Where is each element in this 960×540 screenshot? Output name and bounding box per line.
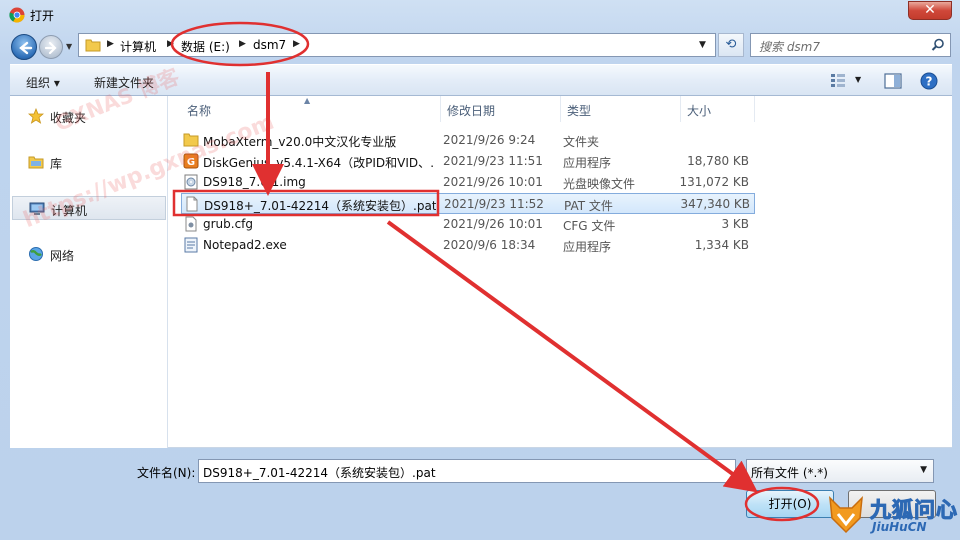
filename-label: 文件名(N): [137,466,196,480]
file-name: Notepad2.exe [203,238,287,252]
file-type: CFG 文件 [563,219,616,233]
file-size: 347,340 KB [680,197,750,211]
star-icon [28,108,44,124]
svg-text:?: ? [926,75,933,89]
toolbar: 组织 ▾ 新建文件夹 ▼ ? [10,64,952,96]
refresh-button[interactable]: ⟲ [718,33,744,57]
file-name: DS918_7.0.1.img [203,175,306,189]
breadcrumb-separator-icon[interactable]: ▶ [107,39,114,49]
file-icon [186,196,198,212]
exe-icon [184,237,198,253]
nav-label: 计算机 [51,204,88,218]
breadcrumb-folder[interactable]: dsm7 [253,38,286,52]
forward-button[interactable] [39,35,63,59]
recent-pages-dropdown-icon[interactable]: ▼ [66,42,72,51]
view-dropdown-icon[interactable]: ▼ [855,75,861,84]
arrow-right-icon [45,41,57,55]
file-type: 光盘映像文件 [563,177,636,191]
search-icon[interactable] [931,38,945,52]
file-list: 名称 ▲ 修改日期 类型 大小 MobaXterm_v20.0中文汉化专业版 2… [169,96,952,448]
preview-pane-icon[interactable] [884,73,902,89]
address-bar[interactable]: ▶ 计算机 ▶ 数据 (E:) ▶ dsm7 ▶ ▼ [78,33,716,57]
file-size: 131,072 KB [679,175,749,189]
view-options-icon[interactable] [830,73,846,87]
back-button[interactable] [11,34,37,60]
navigation-pane: 收藏夹 库 计算机 网络 [10,96,168,448]
file-name: grub.cfg [203,217,254,231]
file-row[interactable]: grub.cfg 2021/9/26 10:01 CFG 文件 3 KB [181,214,755,235]
search-input[interactable]: 搜索 dsm7 [750,33,951,57]
file-size: 1,334 KB [694,238,749,252]
file-date: 2021/9/23 11:52 [444,197,544,211]
chevron-down-icon: ▼ [920,465,927,475]
column-header-name[interactable]: 名称 [181,96,441,122]
folder-icon [183,133,199,147]
nav-item-computer[interactable]: 计算机 [12,196,166,220]
file-row[interactable]: Notepad2.exe 2020/9/6 18:34 应用程序 1,334 K… [181,235,755,256]
file-name: DS918+_7.01-42214（系统安装包）.pat [204,199,436,213]
file-type: 应用程序 [563,156,612,170]
file-type-value: 所有文件 (*.*) [751,466,828,480]
column-header-date[interactable]: 修改日期 [441,96,561,122]
network-icon [29,247,43,261]
svg-text:G: G [187,157,195,168]
cancel-button[interactable] [848,490,936,518]
file-row[interactable]: MobaXterm_v20.0中文汉化专业版 2021/9/26 9:24 文件… [181,130,755,151]
file-size: 18,780 KB [687,154,749,168]
window-title: 打开 [30,9,55,23]
computer-icon [29,202,45,215]
filename-input[interactable]: DS918+_7.01-42214（系统安装包）.pat [198,459,736,483]
file-type: PAT 文件 [564,199,613,213]
breadcrumb-separator-icon[interactable]: ▶ [167,39,174,49]
breadcrumb-drive[interactable]: 数据 (E:) [181,38,230,55]
file-row-selected[interactable]: DS918+_7.01-42214（系统安装包）.pat 2021/9/23 1… [181,193,755,214]
file-type-select[interactable]: 所有文件 (*.*) ▼ [746,459,934,483]
config-file-icon [185,216,197,232]
file-name: MobaXterm_v20.0中文汉化专业版 [203,135,397,149]
chrome-icon [9,7,25,23]
file-date: 2021/9/26 9:24 [443,133,536,147]
title-bar: 打开 ✕ [0,0,960,30]
file-row[interactable]: DS918_7.0.1.img 2021/9/26 10:01 光盘映像文件 1… [181,172,755,193]
column-header-size[interactable]: 大小 [681,96,755,122]
file-date: 2021/9/23 11:51 [443,154,543,168]
search-placeholder: 搜索 dsm7 [759,40,821,54]
disc-image-icon [184,174,198,190]
close-button[interactable]: ✕ [908,1,952,20]
nav-item-libraries[interactable]: 库 [12,150,166,174]
main-area: 收藏夹 库 计算机 网络 名称 ▲ 修改日期 类型 大小 MobaXterm_v… [10,96,952,448]
filename-value: DS918+_7.01-42214（系统安装包）.pat [203,466,436,480]
file-type: 文件夹 [563,135,600,149]
file-date: 2021/9/26 10:01 [443,175,543,189]
app-icon: G [183,153,199,169]
nav-item-favorites[interactable]: 收藏夹 [12,104,166,128]
file-date: 2021/9/26 10:01 [443,217,543,231]
organize-menu-button[interactable]: 组织 ▾ [26,74,60,91]
file-row[interactable]: G DiskGenius_v5.4.1-X64（改PID和VID、… 2021/… [181,151,755,172]
breadcrumb-separator-icon[interactable]: ▶ [293,39,300,49]
open-file-dialog: 打开 ✕ ▼ ▶ 计算机 ▶ 数据 (E:) ▶ dsm7 ▶ ▼ ⟲ 搜索 d… [0,0,960,540]
address-dropdown-icon[interactable]: ▼ [699,40,706,50]
sort-ascending-icon: ▲ [304,96,311,105]
new-folder-button[interactable]: 新建文件夹 [94,74,154,91]
help-icon[interactable]: ? [920,72,938,90]
file-type: 应用程序 [563,240,612,254]
library-icon [28,156,44,169]
file-name: DiskGenius_v5.4.1-X64（改PID和VID、… [203,156,435,170]
nav-item-network[interactable]: 网络 [12,242,166,266]
nav-label: 收藏夹 [50,111,87,125]
breadcrumb-computer[interactable]: 计算机 [120,38,156,55]
file-size: 3 KB [721,217,749,231]
breadcrumb-separator-icon[interactable]: ▶ [239,39,246,49]
column-header-type[interactable]: 类型 [561,96,681,122]
refresh-icon: ⟲ [725,37,737,52]
open-button[interactable]: 打开(O) [746,490,834,518]
file-date: 2020/9/6 18:34 [443,238,536,252]
nav-label: 库 [50,157,63,171]
arrow-left-icon [19,41,33,55]
folder-icon [85,39,101,52]
nav-label: 网络 [50,249,75,263]
